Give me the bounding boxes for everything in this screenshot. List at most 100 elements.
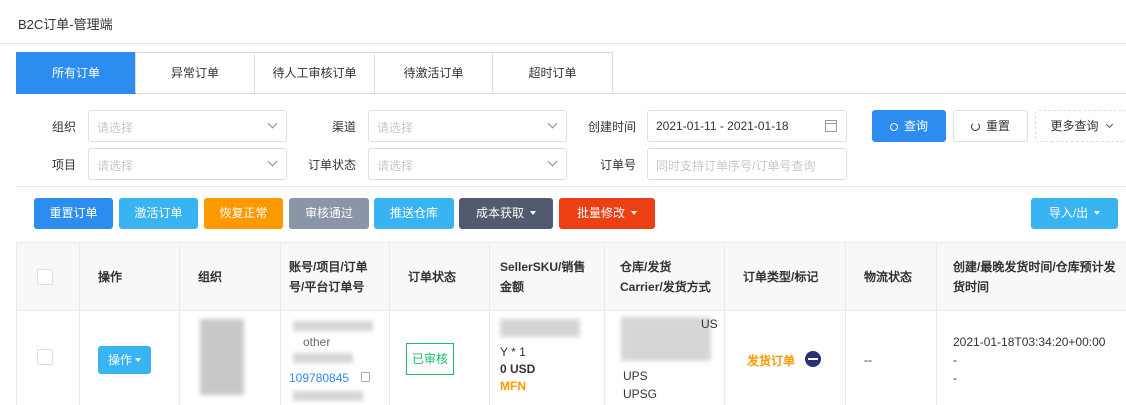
col-header-warehouse-text: 仓库/发货Carrier/发货方式 <box>620 259 711 294</box>
col-header-sku-text: SellerSKU/销售金额 <box>500 259 586 294</box>
col-header-operation-text: 操作 <box>98 269 123 284</box>
select-all-checkbox[interactable] <box>37 269 53 285</box>
row-checkbox[interactable] <box>37 349 53 365</box>
order-no-input[interactable]: 同时支持订单序号/订单号查询 <box>647 148 847 180</box>
search-button[interactable]: 查询 <box>872 110 946 142</box>
channel-placeholder: 请选择 <box>377 121 414 135</box>
row-latest-ship-time: - <box>953 353 957 367</box>
col-header-logistics-text: 物流状态 <box>864 269 913 284</box>
row-order-no-link[interactable]: 109780845 <box>289 371 349 385</box>
row-logistics-text: -- <box>864 353 872 367</box>
table-row-type-cell: 发货订单 <box>725 311 846 405</box>
refresh-icon <box>970 122 980 131</box>
import-export-label: 导入/出 <box>1048 206 1089 220</box>
tab-all-orders[interactable]: 所有订单 <box>16 52 136 94</box>
activate-order-button[interactable]: 激活订单 <box>119 198 198 229</box>
col-header-sku: SellerSKU/销售金额 <box>490 243 605 311</box>
select-all-header <box>17 243 80 311</box>
row-carrier-text: UPS <box>623 369 648 383</box>
project-placeholder: 请选择 <box>97 159 134 173</box>
channel-select[interactable]: 请选择 <box>368 110 567 142</box>
order-status-placeholder: 请选择 <box>377 159 414 173</box>
chevron-down-icon <box>547 118 558 129</box>
calendar-icon <box>825 120 837 132</box>
batch-edit-dropdown[interactable]: 批量修改 <box>559 198 655 229</box>
org-label: 组织 <box>51 120 76 134</box>
row-operation-dropdown[interactable]: 操作 <box>98 346 151 374</box>
app-title: B2C订单-管理端 <box>18 17 113 32</box>
redacted-sku <box>500 319 580 337</box>
more-search-label: 更多查询 <box>1050 119 1099 133</box>
caret-down-icon <box>631 211 637 215</box>
project-select[interactable]: 请选择 <box>88 148 287 180</box>
cost-fetch-label: 成本获取 <box>475 206 524 220</box>
table-row-op-cell: 操作 <box>80 311 180 405</box>
table-row-logistics-cell: -- <box>846 311 937 405</box>
status-badge: 已审核 <box>406 343 454 375</box>
tab-exception-orders[interactable]: 异常订单 <box>135 52 255 93</box>
search-button-label: 查询 <box>903 119 928 133</box>
approve-button[interactable]: 审核通过 <box>289 198 369 229</box>
project-label: 项目 <box>51 158 76 172</box>
order-status-select[interactable]: 请选择 <box>368 148 567 180</box>
more-search-dropdown[interactable]: 更多查询 <box>1035 110 1126 142</box>
marker-icon <box>805 351 821 367</box>
copy-icon[interactable] <box>361 372 370 382</box>
col-header-org: 组织 <box>180 243 281 311</box>
restore-normal-button[interactable]: 恢复正常 <box>204 198 283 229</box>
table-row-org-cell <box>180 311 281 405</box>
redacted-platform-order <box>293 391 363 401</box>
col-header-account: 账号/项目/订单号/平台订单号 <box>281 243 390 311</box>
created-date-value: 2021-01-11 - 2021-01-18 <box>656 119 789 133</box>
org-placeholder: 请选择 <box>97 121 134 135</box>
tab-manual-review-orders[interactable]: 待人工审核订单 <box>254 52 375 93</box>
row-ship-method-text: UPSG <box>623 387 658 401</box>
import-export-dropdown[interactable]: 导入/出 <box>1031 198 1118 229</box>
tab-timeout-orders[interactable]: 超时订单 <box>492 52 613 93</box>
col-header-status: 订单状态 <box>390 243 490 311</box>
col-header-order-type-text: 订单类型/标记 <box>743 269 819 284</box>
redacted-account <box>293 321 373 331</box>
table-row-status-cell: 已审核 <box>390 311 490 405</box>
action-toolbar: 重置订单 激活订单 恢复正常 审核通过 推送仓库 成本获取 批量修改 导入/出 <box>16 186 1126 238</box>
col-header-operation: 操作 <box>80 243 180 311</box>
created-time-label: 创建时间 <box>587 120 636 134</box>
redacted-project <box>293 353 353 363</box>
push-warehouse-button[interactable]: 推送仓库 <box>374 198 454 229</box>
row-project-text: other <box>303 335 331 349</box>
row-fulfillment-badge: MFN <box>500 379 526 393</box>
caret-down-icon <box>135 358 141 362</box>
col-header-order-type: 订单类型/标记 <box>725 243 846 311</box>
table-row-account-cell: other 109780845 <box>281 311 390 405</box>
table-row-select-cell <box>17 311 80 405</box>
reset-button[interactable]: 重置 <box>953 110 1028 142</box>
row-qty-text: Y * 1 <box>500 345 526 359</box>
order-no-placeholder: 同时支持订单序号/订单号查询 <box>656 159 816 173</box>
row-operation-label: 操作 <box>107 353 132 367</box>
caret-down-icon <box>1094 211 1101 215</box>
order-status-label: 订单状态 <box>307 158 356 172</box>
chevron-down-icon <box>267 156 278 167</box>
table-row-times-cell: 2021-01-18T03:34:20+00:00 - - <box>937 311 1126 405</box>
chevron-down-icon <box>547 156 558 167</box>
col-header-status-text: 订单状态 <box>408 269 457 284</box>
row-order-type-text: 发货订单 <box>747 354 796 368</box>
app-header: B2C订单-管理端 <box>0 0 1126 44</box>
orders-table: 操作 组织 账号/项目/订单号/平台订单号 订单状态 SellerSKU/销售金… <box>16 242 1126 405</box>
col-header-times-text: 创建/最晚发货时间/仓库预计发货时间 <box>953 259 1116 294</box>
chevron-down-icon <box>267 118 278 129</box>
search-icon <box>889 123 898 131</box>
org-select[interactable]: 请选择 <box>88 110 287 142</box>
tab-pending-activation-orders[interactable]: 待激活订单 <box>374 52 493 93</box>
row-created-time: 2021-01-18T03:34:20+00:00 <box>953 335 1106 349</box>
cost-fetch-dropdown[interactable]: 成本获取 <box>459 198 553 229</box>
col-header-logistics: 物流状态 <box>846 243 937 311</box>
created-date-range[interactable]: 2021-01-11 - 2021-01-18 <box>647 110 847 142</box>
reset-order-button[interactable]: 重置订单 <box>34 198 113 229</box>
caret-down-icon <box>530 211 536 215</box>
col-header-warehouse: 仓库/发货Carrier/发货方式 <box>605 243 725 311</box>
redacted-warehouse <box>621 317 711 361</box>
col-header-times: 创建/最晚发货时间/仓库预计发货时间 <box>937 243 1126 311</box>
filter-panel: 组织 请选择 渠道 请选择 创建时间 2021-01-11 - 2021-01-… <box>16 94 1126 186</box>
channel-label: 渠道 <box>331 120 356 134</box>
